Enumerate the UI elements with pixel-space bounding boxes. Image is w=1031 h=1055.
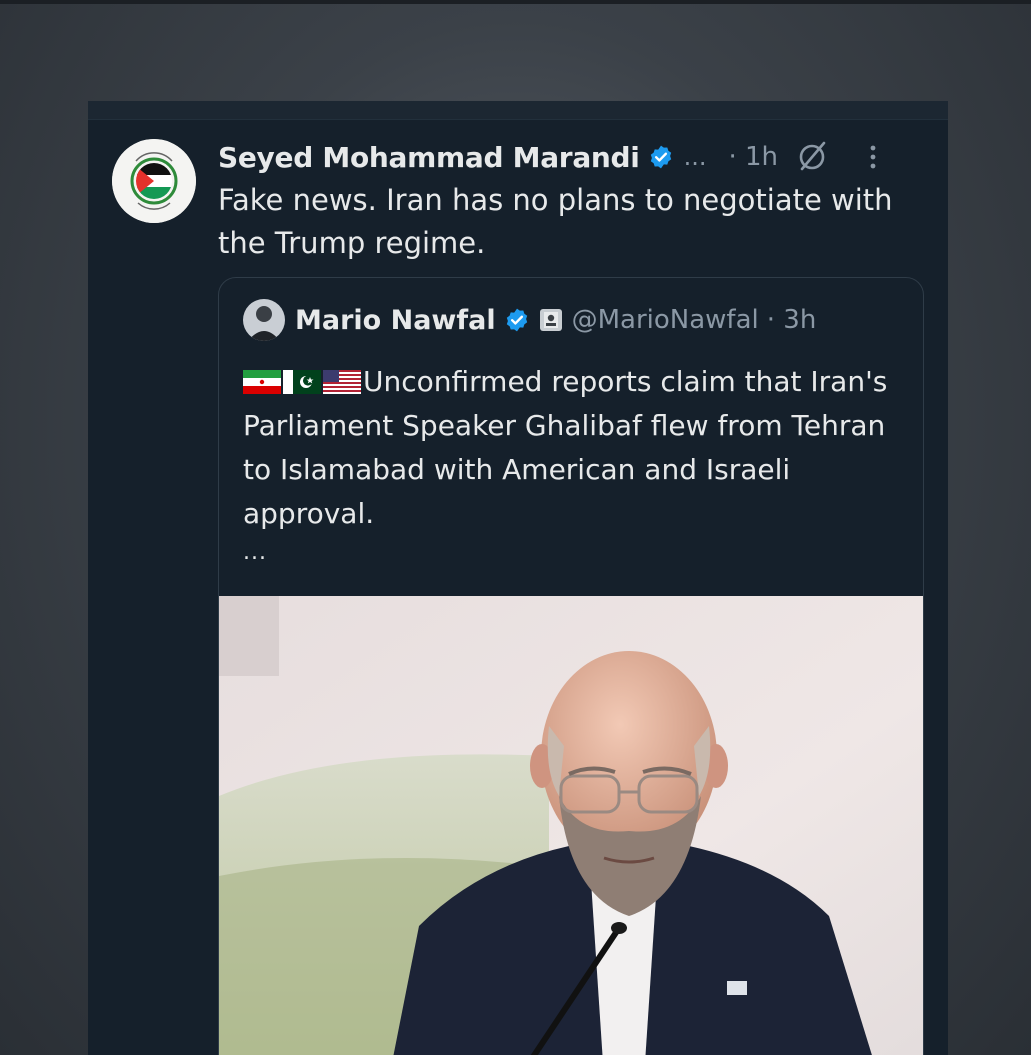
- palestine-flag-logo-icon: [112, 139, 196, 223]
- previous-tweet-edge: [88, 101, 948, 120]
- quoted-tweet-text: Unconfirmed reports claim that Iran's Pa…: [243, 360, 903, 536]
- tweet-timestamp[interactable]: · 1h: [728, 142, 778, 172]
- photo-man-at-microphone: [219, 596, 923, 1055]
- grok-icon[interactable]: [794, 139, 830, 175]
- quoted-tweet[interactable]: Mario Nawfal @MarioNawfal · 3h Unconfirm…: [218, 277, 924, 1055]
- pakistan-flag-icon: [283, 370, 321, 394]
- person-avatar-icon: [243, 299, 285, 341]
- tweet-text: Fake news. Iran has no plans to negotiat…: [218, 183, 893, 260]
- quoted-author-handle[interactable]: @MarioNawfal: [572, 305, 759, 335]
- show-more-ellipsis[interactable]: ...: [243, 540, 267, 565]
- affiliate-badge-icon: [539, 309, 562, 331]
- tweet-header: Seyed Mohammad Marandi ... · 1h: [218, 135, 928, 179]
- quoted-tweet-timestamp[interactable]: · 3h: [767, 305, 817, 335]
- verified-badge-icon: [506, 308, 527, 332]
- quoted-author-name[interactable]: Mario Nawfal: [295, 305, 496, 336]
- quoted-tweet-photo[interactable]: [219, 596, 923, 1055]
- quoted-tweet-header: Mario Nawfal @MarioNawfal · 3h: [243, 298, 816, 342]
- tweet-card[interactable]: Seyed Mohammad Marandi ... · 1h Fake new…: [88, 101, 948, 1055]
- us-flag-icon: [323, 370, 361, 394]
- author-handle-truncated[interactable]: ...: [684, 143, 707, 171]
- quoted-author-avatar[interactable]: [243, 299, 285, 341]
- screen-top-edge: [0, 0, 1031, 4]
- iran-flag-icon: [243, 370, 281, 394]
- author-avatar[interactable]: [112, 139, 196, 223]
- more-options-icon[interactable]: [868, 142, 878, 172]
- verified-badge-icon: [650, 145, 671, 169]
- author-name[interactable]: Seyed Mohammad Marandi: [218, 141, 640, 174]
